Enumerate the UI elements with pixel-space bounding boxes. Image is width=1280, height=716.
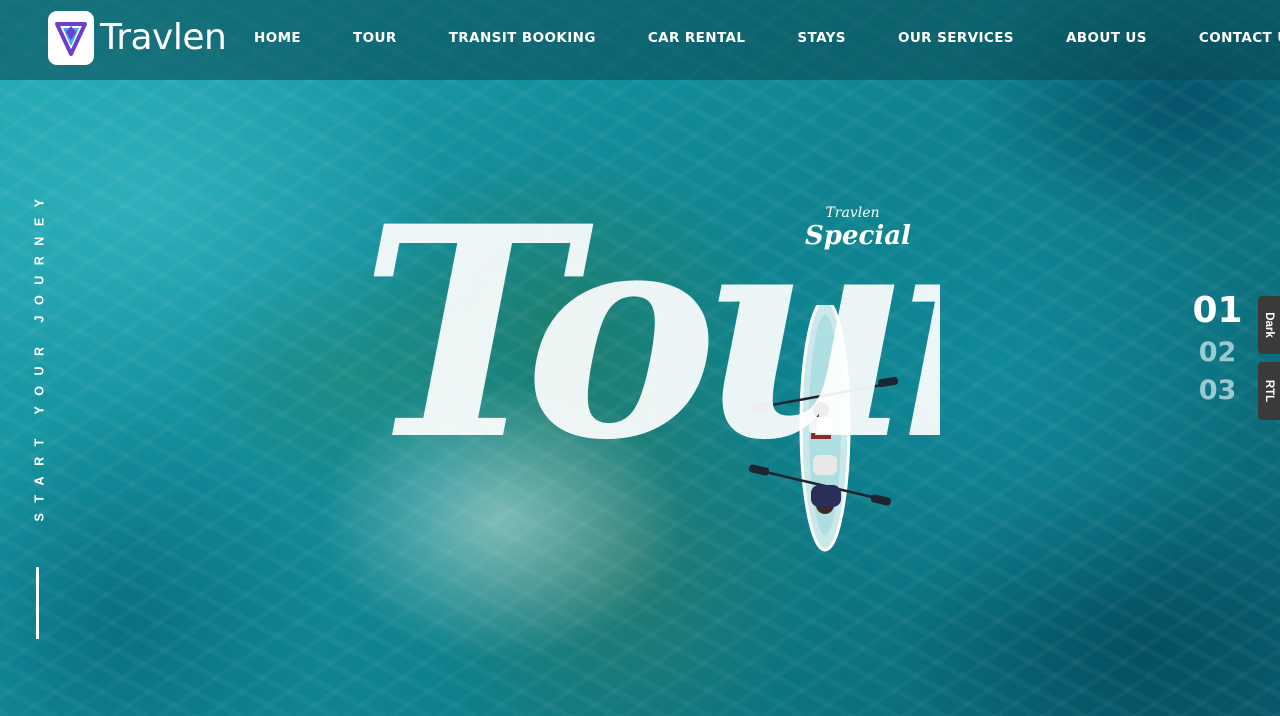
main-nav: HOME TOUR TRANSIT BOOKING CAR RENTAL STA… [254, 28, 1280, 48]
start-journey-text: START YOUR JOURNEY [32, 188, 47, 522]
nav-car-rental[interactable]: CAR RENTAL [648, 30, 746, 46]
slide-pagination: 01 02 03 [1190, 288, 1245, 410]
special-badge-brand: Travlen [825, 205, 880, 221]
nav-stays[interactable]: STAYS [797, 30, 846, 46]
slide-02[interactable]: 02 [1190, 334, 1245, 372]
nav-our-services[interactable]: OUR SERVICES [898, 30, 1014, 46]
side-divider-line [36, 567, 39, 639]
brand-name: Travlen [100, 17, 227, 58]
special-badge-label: Special [805, 221, 911, 251]
hero-section: Tour Travlen Special START YOUR JOURNEY … [0, 0, 1280, 716]
nav-transit-booking[interactable]: TRANSIT BOOKING [449, 30, 596, 46]
top-navbar: Travlen HOME TOUR TRANSIT BOOKING CAR RE… [0, 0, 1280, 80]
special-badge: Travlen Special [805, 205, 911, 280]
dark-mode-label: Dark [1263, 312, 1276, 338]
hero-headline: Tour [360, 145, 1083, 504]
nav-contact-us[interactable]: CONTACT US [1199, 30, 1280, 46]
rtl-label: RTL [1263, 379, 1276, 403]
slide-01[interactable]: 01 [1190, 288, 1245, 334]
slide-03[interactable]: 03 [1190, 372, 1245, 410]
rtl-toggle[interactable]: RTL [1258, 362, 1280, 420]
brand-logo[interactable]: Travlen [48, 10, 227, 66]
nav-tour[interactable]: TOUR [353, 30, 397, 46]
dark-mode-toggle[interactable]: Dark [1258, 296, 1280, 354]
nav-about-us[interactable]: ABOUT US [1066, 30, 1147, 46]
nav-home[interactable]: HOME [254, 30, 301, 46]
logo-mark-icon [48, 11, 94, 65]
start-journey-vertical: START YOUR JOURNEY [31, 160, 47, 550]
